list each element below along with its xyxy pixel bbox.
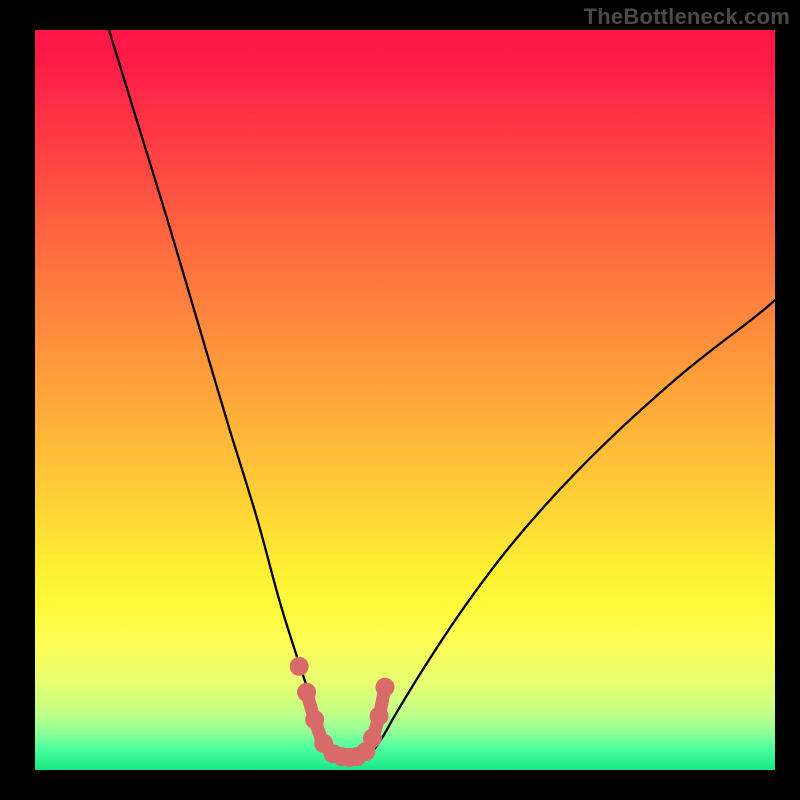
curve-layer [109,30,775,755]
data-point-marker [376,678,395,697]
chart-overlay [35,30,775,770]
curve-path [368,300,775,755]
plot-area [35,30,775,770]
data-point-marker [305,710,324,729]
data-point-marker [290,657,309,676]
data-point-marker [363,729,382,748]
marker-layer [290,657,395,767]
curve-path [109,30,335,755]
data-point-marker [297,683,316,702]
watermark-text: TheBottleneck.com [584,4,790,30]
chart-frame: TheBottleneck.com [0,0,800,800]
data-point-marker [370,706,389,725]
